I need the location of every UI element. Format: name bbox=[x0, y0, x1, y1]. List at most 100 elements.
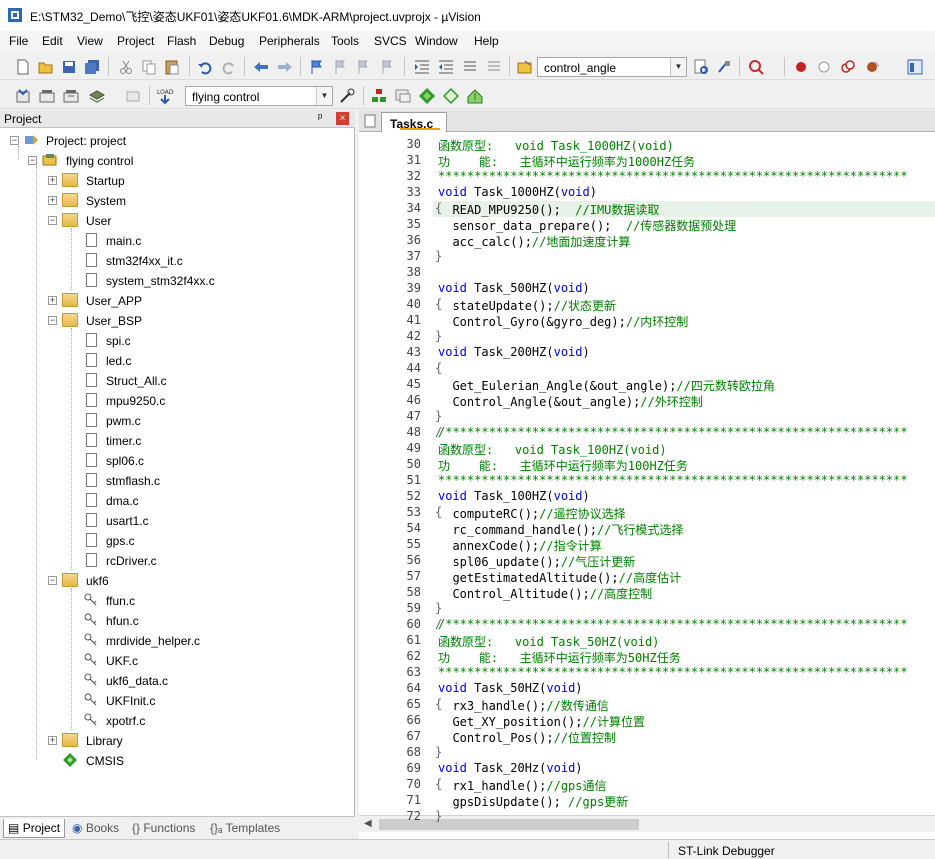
menu-file[interactable]: File bbox=[9, 34, 28, 48]
menu-view[interactable]: View bbox=[77, 34, 103, 48]
collapse-icon[interactable]: − bbox=[10, 136, 19, 145]
prev-bookmark-icon[interactable] bbox=[332, 58, 350, 76]
tree-group-system[interactable]: + System bbox=[0, 191, 355, 211]
tree-file[interactable]: stm32f4xx_it.c bbox=[0, 251, 355, 271]
tree-file[interactable]: timer.c bbox=[0, 431, 355, 451]
menu-peripherals[interactable]: Peripherals bbox=[259, 34, 320, 48]
code-line[interactable]: 功 能: 主循环中运行频率为100HZ任务 bbox=[438, 457, 688, 474]
rebuild-icon[interactable] bbox=[62, 87, 80, 105]
menu-project[interactable]: Project bbox=[117, 34, 154, 48]
translate-icon[interactable] bbox=[14, 87, 32, 105]
expand-icon[interactable]: + bbox=[48, 736, 57, 745]
unindent-icon[interactable] bbox=[437, 58, 455, 76]
code-line[interactable]: /***************************************… bbox=[438, 425, 908, 439]
undo-icon[interactable] bbox=[196, 58, 214, 76]
insert-breakpoint-icon[interactable] bbox=[792, 58, 810, 76]
menu-edit[interactable]: Edit bbox=[42, 34, 63, 48]
code-line[interactable]: void Task_20Hz(void) bbox=[438, 761, 583, 775]
code-line[interactable]: void Task_100HZ(void) bbox=[438, 489, 590, 503]
code-line[interactable]: void Task_50HZ(void) bbox=[438, 681, 583, 695]
tree-group-library[interactable]: + Library bbox=[0, 731, 355, 751]
code-line[interactable]: Get_Eulerian_Angle(&out_angle);//四元数转欧拉角 bbox=[438, 377, 774, 394]
tab-functions[interactable]: {} Functions bbox=[128, 819, 199, 838]
code-line[interactable]: void Task_500HZ(void) bbox=[438, 281, 590, 295]
collapse-icon[interactable]: − bbox=[48, 216, 57, 225]
nav-forward-icon[interactable] bbox=[276, 58, 294, 76]
code-line[interactable]: ****************************************… bbox=[438, 473, 908, 487]
chevron-down-icon[interactable]: ▼ bbox=[316, 87, 332, 105]
code-line[interactable]: void Task_200HZ(void) bbox=[438, 345, 590, 359]
tree-group-user[interactable]: − User bbox=[0, 211, 355, 231]
tree-file[interactable]: spl06.c bbox=[0, 451, 355, 471]
code-line[interactable]: ****************************************… bbox=[438, 169, 908, 183]
tree-project-root[interactable]: − Project: project bbox=[0, 131, 355, 151]
expand-icon[interactable]: + bbox=[48, 176, 57, 185]
tree-target[interactable]: − flying control bbox=[0, 151, 355, 171]
tree-file[interactable]: gps.c bbox=[0, 531, 355, 551]
comment-icon[interactable] bbox=[461, 58, 479, 76]
code-line[interactable]: Control_Gyro(&gyro_deg);//内环控制 bbox=[438, 313, 688, 330]
manage-project-icon[interactable] bbox=[370, 87, 388, 105]
code-line[interactable]: Get_XY_position();//计算位置 bbox=[438, 713, 645, 730]
tree-file[interactable]: ukf6_data.c bbox=[0, 671, 355, 691]
code-line[interactable]: computeRC();//遥控协议选择 bbox=[438, 505, 625, 522]
fold-marker[interactable]: } bbox=[435, 249, 442, 263]
expand-icon[interactable]: + bbox=[48, 196, 57, 205]
paste-icon[interactable] bbox=[163, 58, 181, 76]
collapse-icon[interactable]: − bbox=[28, 156, 37, 165]
download-load-icon[interactable]: LOAD bbox=[156, 87, 174, 105]
pin-icon[interactable]: ᵖ bbox=[318, 112, 322, 124]
tree-file[interactable]: ffun.c bbox=[0, 591, 355, 611]
cut-icon[interactable] bbox=[117, 58, 135, 76]
menu-flash[interactable]: Flash bbox=[167, 34, 196, 48]
code-line[interactable]: ****************************************… bbox=[438, 665, 908, 679]
tree-file[interactable]: hfun.c bbox=[0, 611, 355, 631]
stop-build-icon[interactable] bbox=[124, 87, 142, 105]
code-line[interactable]: void Task_1000HZ(void) bbox=[438, 185, 597, 199]
tab-project[interactable]: ▤ Project bbox=[3, 819, 66, 838]
code-line[interactable]: Control_Angle(&out_angle);//外环控制 bbox=[438, 393, 702, 410]
tree-file[interactable]: dma.c bbox=[0, 491, 355, 511]
code-line[interactable]: 功 能: 主循环中运行频率为50HZ任务 bbox=[438, 649, 681, 666]
code-line[interactable]: 函数原型: void Task_100HZ(void) bbox=[438, 441, 667, 458]
tree-group-cmsis[interactable]: CMSIS bbox=[0, 751, 355, 771]
menu-svcs[interactable]: SVCS bbox=[374, 34, 407, 48]
code-line[interactable]: annexCode();//指令计算 bbox=[438, 537, 601, 554]
tree-file[interactable]: system_stm32f4xx.c bbox=[0, 271, 355, 291]
bookmark-icon[interactable] bbox=[308, 58, 326, 76]
code-line[interactable]: stateUpdate();//状态更新 bbox=[438, 297, 616, 314]
code-line[interactable]: sensor_data_prepare(); //传感器数据预处理 bbox=[438, 217, 736, 234]
tree-file[interactable]: usart1.c bbox=[0, 511, 355, 531]
new-file-icon[interactable] bbox=[14, 58, 32, 76]
tree-group-user-bsp[interactable]: − User_BSP bbox=[0, 311, 355, 331]
redo-icon[interactable] bbox=[220, 58, 238, 76]
tree-file[interactable]: xpotrf.c bbox=[0, 711, 355, 731]
tab-books[interactable]: ◉ Books bbox=[68, 819, 123, 838]
tree-file[interactable]: pwm.c bbox=[0, 411, 355, 431]
code-line[interactable]: acc_calc();//地面加速度计算 bbox=[438, 233, 630, 250]
manage-rte-icon[interactable] bbox=[418, 87, 436, 105]
code-line[interactable]: getEstimatedAltitude();//高度估计 bbox=[438, 569, 681, 586]
target-options-icon[interactable] bbox=[338, 87, 356, 105]
function-combo[interactable]: control_angle ▼ bbox=[537, 57, 687, 77]
code-line[interactable]: 函数原型: void Task_50HZ(void) bbox=[438, 633, 659, 650]
batch-build-icon[interactable] bbox=[88, 87, 106, 105]
menu-window[interactable]: Window bbox=[415, 34, 458, 48]
menu-help[interactable]: Help bbox=[474, 34, 499, 48]
tree-file[interactable]: Struct_All.c bbox=[0, 371, 355, 391]
save-icon[interactable] bbox=[60, 58, 78, 76]
uncomment-icon[interactable] bbox=[485, 58, 503, 76]
expand-icon[interactable]: + bbox=[48, 296, 57, 305]
find-in-files-icon[interactable] bbox=[516, 58, 534, 76]
fold-marker[interactable]: } bbox=[435, 809, 442, 823]
build-icon[interactable] bbox=[38, 87, 56, 105]
enable-breakpoint-icon[interactable] bbox=[815, 58, 833, 76]
code-line[interactable]: rx3_handle();//数传通信 bbox=[438, 697, 608, 714]
close-icon[interactable]: × bbox=[336, 112, 349, 125]
clear-bookmarks-icon[interactable] bbox=[379, 58, 397, 76]
fold-marker[interactable]: } bbox=[435, 745, 442, 759]
menu-tools[interactable]: Tools bbox=[331, 34, 359, 48]
tree-file[interactable]: UKFInit.c bbox=[0, 691, 355, 711]
tree-file[interactable]: mrdivide_helper.c bbox=[0, 631, 355, 651]
tab-tasks-c[interactable]: Tasks.c bbox=[381, 112, 447, 132]
